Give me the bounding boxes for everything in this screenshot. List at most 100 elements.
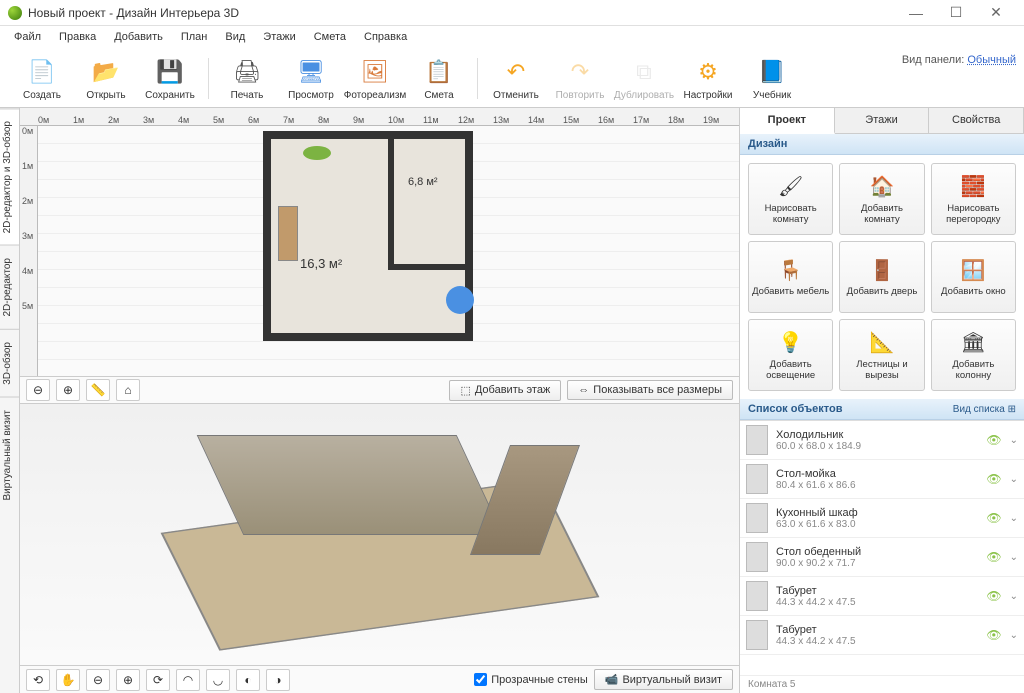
show-dimensions-button[interactable]: ⇔ Показывать все размеры (567, 380, 733, 400)
home-button[interactable]: ⌂ (116, 379, 140, 401)
toolbar-label: Просмотр (288, 90, 334, 101)
minimize-button[interactable]: — (896, 5, 936, 21)
visibility-icon[interactable]: 👁 (986, 550, 1001, 564)
ruler-tick: 7м (283, 115, 318, 125)
furniture-sofa[interactable] (278, 206, 298, 261)
sidetab-3[interactable]: Виртуальный визит (0, 397, 19, 513)
design-btn-добавить[interactable]: 🏛Добавить колонну (931, 319, 1016, 391)
object-marker[interactable] (446, 286, 474, 314)
ruler-tool-button[interactable]: 📏 (86, 379, 110, 401)
menu-вид[interactable]: Вид (217, 29, 253, 45)
chevron-down-icon[interactable]: ⌄ (1010, 513, 1018, 524)
toolbar-просмотр[interactable]: 🖥Просмотр (279, 54, 343, 103)
menu-добавить[interactable]: Добавить (106, 29, 171, 45)
design-icon: 🏛 (959, 329, 987, 357)
rtab-проект[interactable]: Проект (740, 108, 835, 134)
tilt-down-button[interactable]: ◡ (206, 669, 230, 691)
ruler-tick: 0м (20, 126, 37, 161)
visibility-icon[interactable]: 👁 (986, 628, 1001, 642)
ruler-tick: 4м (20, 266, 37, 301)
учебник-icon: 📘 (756, 56, 788, 88)
chevron-down-icon[interactable]: ⌄ (1010, 552, 1018, 563)
toolbar-label: Повторить (556, 90, 605, 101)
rtab-этажи[interactable]: Этажи (835, 108, 930, 133)
tilt-up-button[interactable]: ◠ (176, 669, 200, 691)
pan-button[interactable]: ✋ (56, 669, 80, 691)
object-item[interactable]: Стол-мойка80.4 x 61.6 x 86.6👁⌄ (740, 460, 1024, 499)
add-floor-button[interactable]: ⬚ Добавить этаж (449, 380, 561, 401)
menu-план[interactable]: План (173, 29, 216, 45)
toolbar-фотореализм[interactable]: 🖼Фотореализм (343, 54, 407, 103)
design-btn-нарисовать[interactable]: 🧱Нарисовать перегородку (931, 163, 1016, 235)
virtual-visit-button[interactable]: 📹 Виртуальный визит (594, 669, 733, 690)
design-btn-добавить[interactable]: 🪟Добавить окно (931, 241, 1016, 313)
toolbar-открыть[interactable]: 📂Открыть (74, 54, 138, 103)
menu-справка[interactable]: Справка (356, 29, 415, 45)
object-thumbnail (746, 503, 768, 533)
menu-правка[interactable]: Правка (51, 29, 104, 45)
design-btn-добавить[interactable]: 💡Добавить освещение (748, 319, 833, 391)
transparent-walls-checkbox[interactable]: Прозрачные стены (474, 673, 587, 686)
object-thumbnail (746, 581, 768, 611)
toolbar-настройки[interactable]: ⚙Настройки (676, 54, 740, 103)
ruler-tick: 5м (213, 115, 248, 125)
chevron-down-icon[interactable]: ⌄ (1010, 630, 1018, 641)
toolbar-учебник[interactable]: 📘Учебник (740, 54, 804, 103)
zoom-out-button[interactable]: ⊖ (26, 379, 50, 401)
objects-view-toggle[interactable]: Вид списка ⊞ (953, 404, 1016, 415)
object-item[interactable]: Стол обеденный90.0 x 90.2 x 71.7👁⌄ (740, 538, 1024, 577)
rotate-left-button[interactable]: ◐ (236, 669, 260, 691)
object-plant[interactable] (303, 146, 331, 160)
rotate-button[interactable]: ⟲ (26, 669, 50, 691)
toolbar-отменить[interactable]: ↶Отменить (484, 54, 548, 103)
отменить-icon: ↶ (500, 56, 532, 88)
view-3d-canvas[interactable] (20, 404, 739, 665)
object-name: Стол-мойка (776, 468, 978, 480)
maximize-button[interactable]: ☐ (936, 4, 976, 21)
chevron-down-icon[interactable]: ⌄ (1010, 591, 1018, 602)
object-item[interactable]: Табурет44.3 x 44.2 x 47.5👁⌄ (740, 577, 1024, 616)
reset-view-button[interactable]: ⟳ (146, 669, 170, 691)
rotate-right-button[interactable]: ◑ (266, 669, 290, 691)
sidetab-2[interactable]: 3D-обзор (0, 329, 19, 397)
rtab-свойства[interactable]: Свойства (929, 108, 1024, 133)
toolbar-сохранить[interactable]: 💾Сохранить (138, 54, 202, 103)
close-button[interactable]: ✕ (976, 4, 1016, 21)
menu-смета[interactable]: Смета (306, 29, 354, 45)
ruler-tick: 17м (633, 115, 668, 125)
object-item[interactable]: Табурет44.3 x 44.2 x 47.5👁⌄ (740, 616, 1024, 655)
sidetab-1[interactable]: 2D-редактор (0, 245, 19, 329)
panel-mode-link[interactable]: Обычный (967, 54, 1016, 66)
design-btn-добавить[interactable]: 🏠Добавить комнату (839, 163, 924, 235)
visibility-icon[interactable]: 👁 (986, 433, 1001, 447)
toolbar-смета[interactable]: 📋Смета (407, 54, 471, 103)
toolbar-создать[interactable]: 📄Создать (10, 54, 74, 103)
ruler-vertical: 0м1м2м3м4м5м (20, 126, 38, 376)
design-btn-добавить[interactable]: 🪑Добавить мебель (748, 241, 833, 313)
zoom-in-button[interactable]: ⊕ (116, 669, 140, 691)
toolbar-печать[interactable]: 🖨Печать (215, 54, 279, 103)
object-name: Кухонный шкаф (776, 507, 978, 519)
visibility-icon[interactable]: 👁 (986, 472, 1001, 486)
visibility-icon[interactable]: 👁 (986, 511, 1001, 525)
chevron-down-icon[interactable]: ⌄ (1010, 474, 1018, 485)
menu-файл[interactable]: Файл (6, 29, 49, 45)
object-item[interactable]: Кухонный шкаф63.0 x 61.6 x 83.0👁⌄ (740, 499, 1024, 538)
plan-2d-canvas[interactable]: 16,3 м² 6,8 м² (38, 126, 739, 376)
sidetab-0[interactable]: 2D-редактор и 3D-обзор (0, 108, 19, 245)
chevron-down-icon[interactable]: ⌄ (1010, 435, 1018, 446)
object-item[interactable]: Холодильник60.0 x 68.0 x 184.9👁⌄ (740, 421, 1024, 460)
toolbar-повторить: ↷Повторить (548, 54, 612, 103)
design-btn-добавить[interactable]: 🚪Добавить дверь (839, 241, 924, 313)
object-thumbnail (746, 542, 768, 572)
visibility-icon[interactable]: 👁 (986, 589, 1001, 603)
design-btn-лестницы и[interactable]: 📐Лестницы и вырезы (839, 319, 924, 391)
design-btn-нарисовать[interactable]: 🖌Нарисовать комнату (748, 163, 833, 235)
object-name: Табурет (776, 585, 978, 597)
design-label: Лестницы и вырезы (842, 360, 921, 382)
сохранить-icon: 💾 (154, 56, 186, 88)
menu-этажи[interactable]: Этажи (255, 29, 303, 45)
zoom-in-button[interactable]: ⊕ (56, 379, 80, 401)
zoom-out-button[interactable]: ⊖ (86, 669, 110, 691)
ruler-tick: 9м (353, 115, 388, 125)
